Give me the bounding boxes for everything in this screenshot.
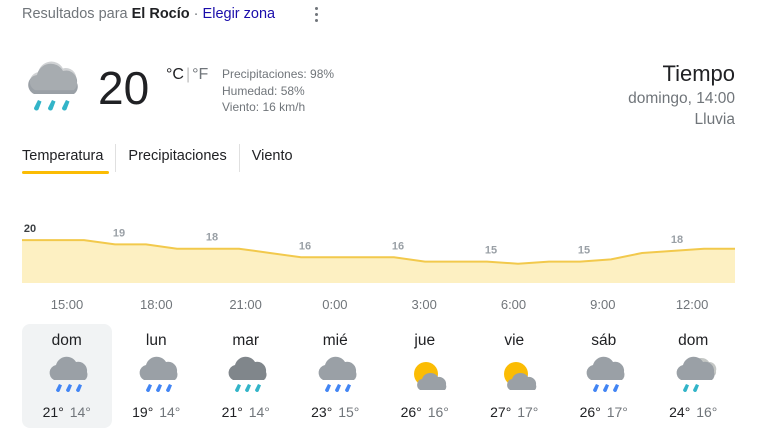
temperature-point-label: 20 [24,223,36,235]
forecast-day-name: sáb [591,332,617,349]
forecast-day-name: lun [145,332,167,349]
forecast-temps: 21° 14° [201,404,291,420]
forecast-day[interactable]: vie 27° 17° [470,324,560,428]
forecast-day-name: dom [51,332,82,349]
active-tab-indicator [22,171,109,174]
summary-title: Tiempo [662,61,735,86]
summary-condition: Lluvia [694,111,736,128]
weather-details: Precipitaciones: 98% Humedad: 58% Viento… [222,66,334,116]
forecast-high: 26° [400,404,422,420]
summary-datetime: domingo, 14:00 [628,90,735,107]
forecast-high: 21° [42,404,64,420]
forecast-high: 27° [490,404,512,420]
forecast-temps: 23° 15° [291,404,381,420]
results-prefix: Resultados para [22,6,128,22]
forecast-temps: 19° 14° [112,404,202,420]
forecast-temps: 26° 16° [380,404,470,420]
time-tick-label: 6:00 [501,297,526,312]
rain-icon [583,354,629,396]
heavy-rain-icon [225,354,271,396]
time-tick-label: 12:00 [676,297,709,312]
weather-summary: Tiempo domingo, 14:00 Lluvia [628,60,735,130]
humidity-text: Humedad: 58% [222,83,305,98]
temperature-area [22,240,735,283]
forecast-low: 16° [696,404,718,420]
forecast-day[interactable]: dom 24° 16° [649,324,739,428]
time-tick-label: 15:00 [51,297,84,312]
rain-icon [315,354,361,396]
forecast-day[interactable]: sáb 26° 17° [559,324,649,428]
temperature-point-label: 15 [578,245,590,257]
temperature-point-label: 16 [299,240,311,252]
current-temperature: 20 [98,62,150,114]
time-tick-label: 21:00 [229,297,262,312]
daily-forecast: dom 21° 14° lun 19° 14° mar 21° 14° mié 23° 15°… [22,324,738,428]
rain-icon [46,354,92,396]
time-tick-label: 18:00 [140,297,173,312]
forecast-day-name: dom [678,332,709,349]
rain-icon [136,354,182,396]
change-zone-link[interactable]: Elegir zona [203,6,276,22]
forecast-low: 17° [606,404,628,420]
forecast-day[interactable]: mié 23° 15° [291,324,381,428]
forecast-temps: 21° 14° [22,404,112,420]
forecast-high: 24° [669,404,691,420]
time-tick-label: 9:00 [590,297,615,312]
forecast-low: 14° [159,404,181,420]
temperature-point-label: 18 [206,232,218,244]
forecast-high: 26° [579,404,601,420]
forecast-temps: 24° 16° [649,404,739,420]
time-tick-label: 3:00 [412,297,437,312]
forecast-day[interactable]: lun 19° 14° [112,324,202,428]
temperature-point-label: 15 [485,245,497,257]
temperature-point-label: 18 [671,234,683,246]
forecast-temps: 26° 17° [559,404,649,420]
time-tick-label: 0:00 [322,297,347,312]
forecast-low: 17° [517,404,539,420]
forecast-low: 14° [69,404,91,420]
results-header: Resultados para El Rocío · Elegir zona [22,6,275,22]
forecast-day[interactable]: jue 26° 16° [380,324,470,428]
tab-precipitaciones[interactable]: Precipitaciones [115,144,238,172]
precipitation-text: Precipitaciones: 98% [222,67,335,81]
forecast-day-name: mié [322,332,348,349]
rain-cloud-icon [22,60,88,118]
forecast-day-name: mar [232,332,260,349]
partly-cloudy-icon [494,354,540,396]
unit-toggle: °C | °F [166,66,208,84]
unit-separator: | [185,66,191,83]
forecast-day[interactable]: mar 21° 14° [201,324,291,428]
temperature-point-label: 19 [113,227,125,239]
partly-cloudy-icon [404,354,450,396]
forecast-high: 19° [132,404,154,420]
forecast-high: 23° [311,404,333,420]
separator-dot: · [193,6,199,22]
forecast-low: 16° [427,404,449,420]
tab-temperatura[interactable]: Temperatura [22,144,115,172]
temperature-point-label: 16 [392,240,404,252]
forecast-temps: 27° 17° [470,404,560,420]
more-options-icon[interactable] [309,3,323,25]
tab-viento[interactable]: Viento [238,144,305,172]
forecast-day-name: jue [414,332,436,349]
wind-text: Viento: 16 km/h [222,100,306,114]
forecast-day-name: vie [504,332,525,349]
forecast-low: 14° [248,404,270,420]
forecast-high: 21° [221,404,243,420]
unit-celsius[interactable]: °C [166,66,184,83]
temperature-chart: 20 19 18 16 16 15 15 18 15:00 18:00 21:00 0:00 3:00 6… [22,223,735,312]
location-name: El Rocío [131,6,190,22]
cloudy-rain-icon [673,354,719,396]
forecast-day[interactable]: dom 21° 14° [22,324,112,428]
forecast-low: 15° [338,404,360,420]
unit-fahrenheit[interactable]: °F [192,66,208,83]
